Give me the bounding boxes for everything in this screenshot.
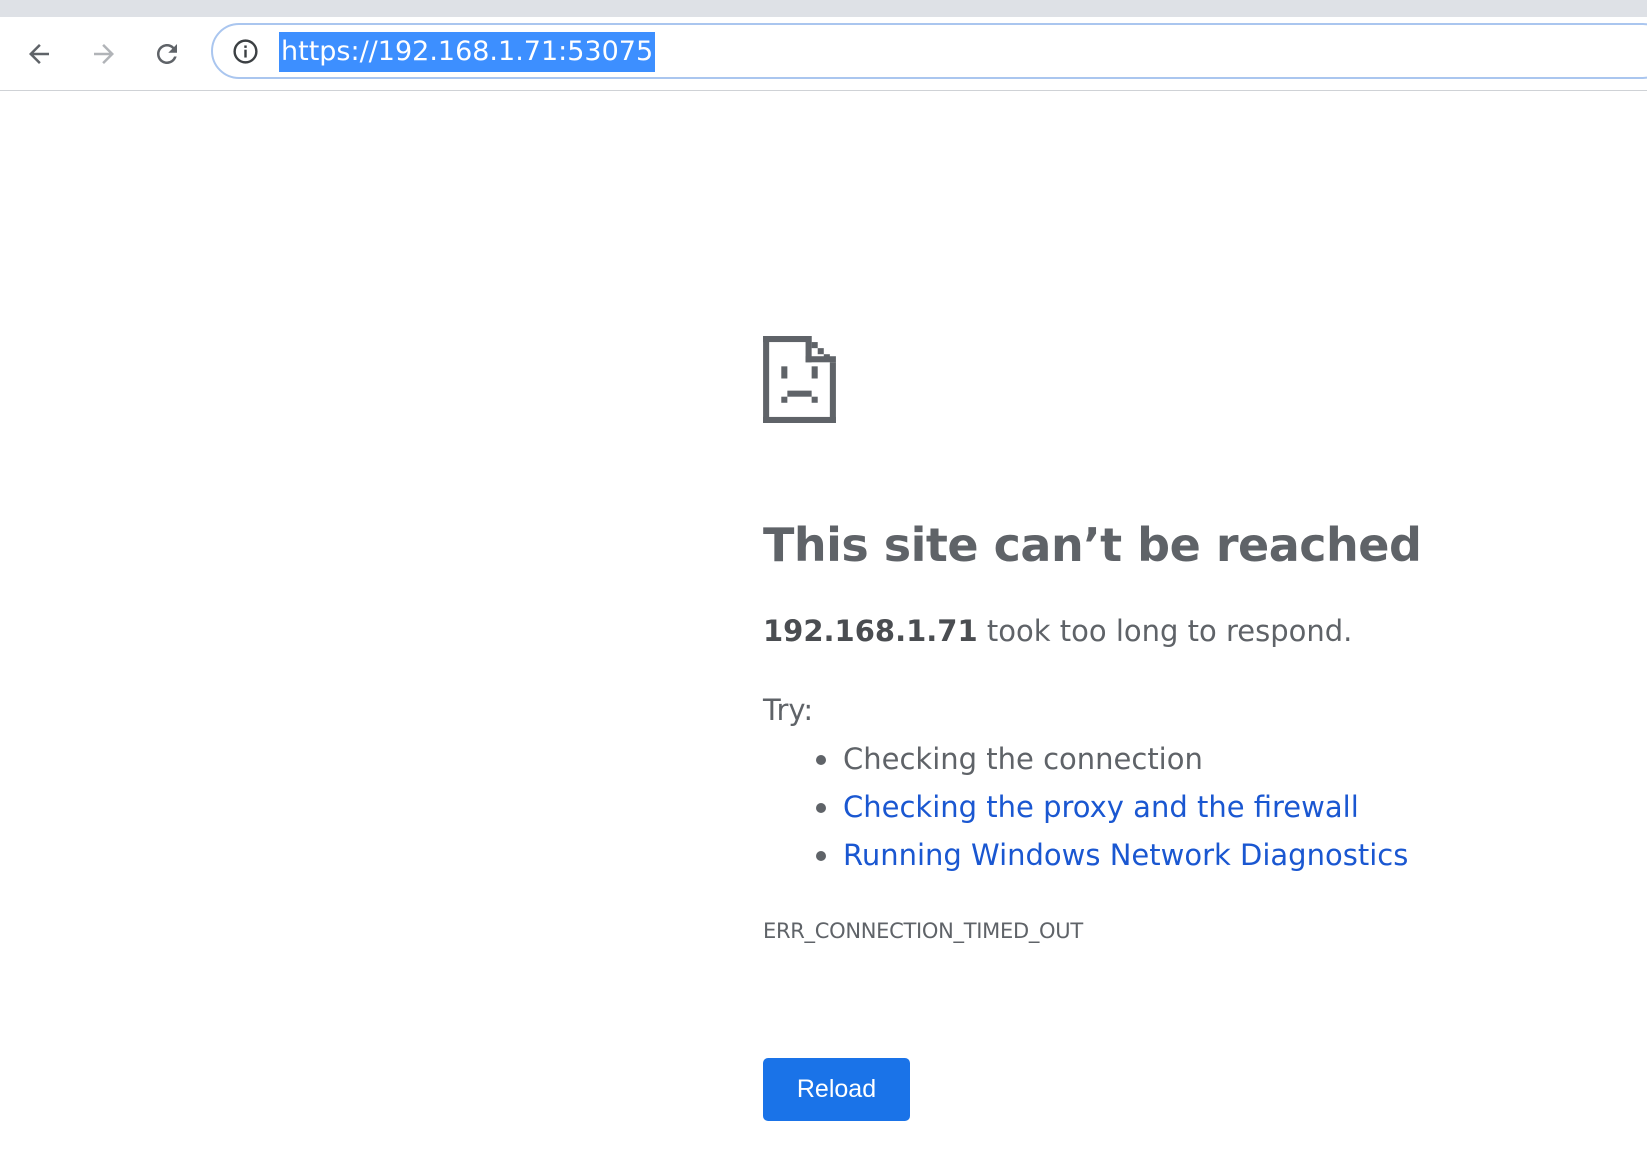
tab-strip <box>0 0 1647 17</box>
url-text[interactable]: https://192.168.1.71:53075 <box>279 32 656 72</box>
suggestion-network-diagnostics-link[interactable]: Running Windows Network Diagnostics <box>843 838 1408 872</box>
suggestion-item: Running Windows Network Diagnostics <box>815 835 1408 883</box>
info-icon[interactable] <box>231 37 260 66</box>
suggestion-list: Checking the connection Checking the pro… <box>815 739 1408 883</box>
try-label: Try: <box>763 693 814 727</box>
error-message: 192.168.1.71 took too long to respond. <box>763 614 1352 648</box>
error-host: 192.168.1.71 <box>763 614 978 648</box>
error-message-text: took too long to respond. <box>977 614 1353 648</box>
suggestion-item: Checking the proxy and the firewall <box>815 787 1408 835</box>
error-title: This site can’t be reached <box>763 518 1422 572</box>
back-button[interactable] <box>19 34 59 74</box>
suggestion-check-proxy-firewall-link[interactable]: Checking the proxy and the firewall <box>843 790 1359 824</box>
sad-document-icon <box>763 336 836 423</box>
browser-toolbar: https://192.168.1.71:53075 <box>0 17 1647 91</box>
suggestion-check-connection: Checking the connection <box>843 742 1203 776</box>
reload-page-button[interactable] <box>147 34 187 74</box>
address-bar[interactable]: https://192.168.1.71:53075 <box>211 23 1647 79</box>
arrow-right-icon <box>94 44 114 64</box>
error-code: ERR_CONNECTION_TIMED_OUT <box>763 919 1083 943</box>
arrow-left-icon <box>29 44 49 64</box>
suggestion-item: Checking the connection <box>815 739 1408 787</box>
reload-icon <box>157 44 177 64</box>
forward-button[interactable] <box>84 34 124 74</box>
reload-button[interactable]: Reload <box>763 1058 910 1121</box>
